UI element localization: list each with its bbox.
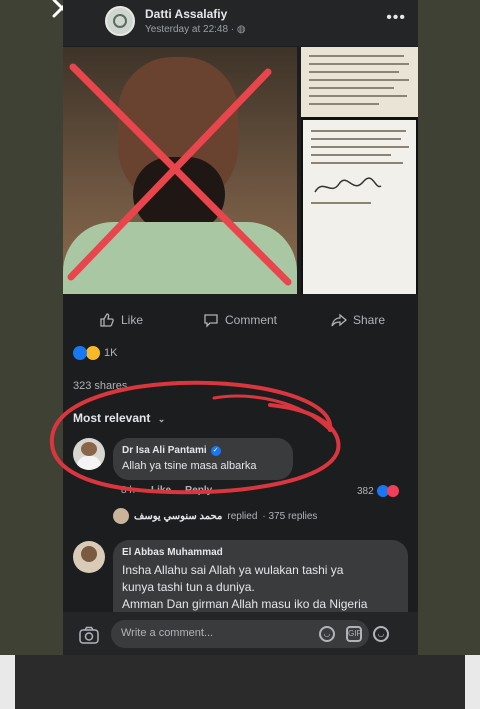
red-circle-annotation	[49, 380, 341, 495]
